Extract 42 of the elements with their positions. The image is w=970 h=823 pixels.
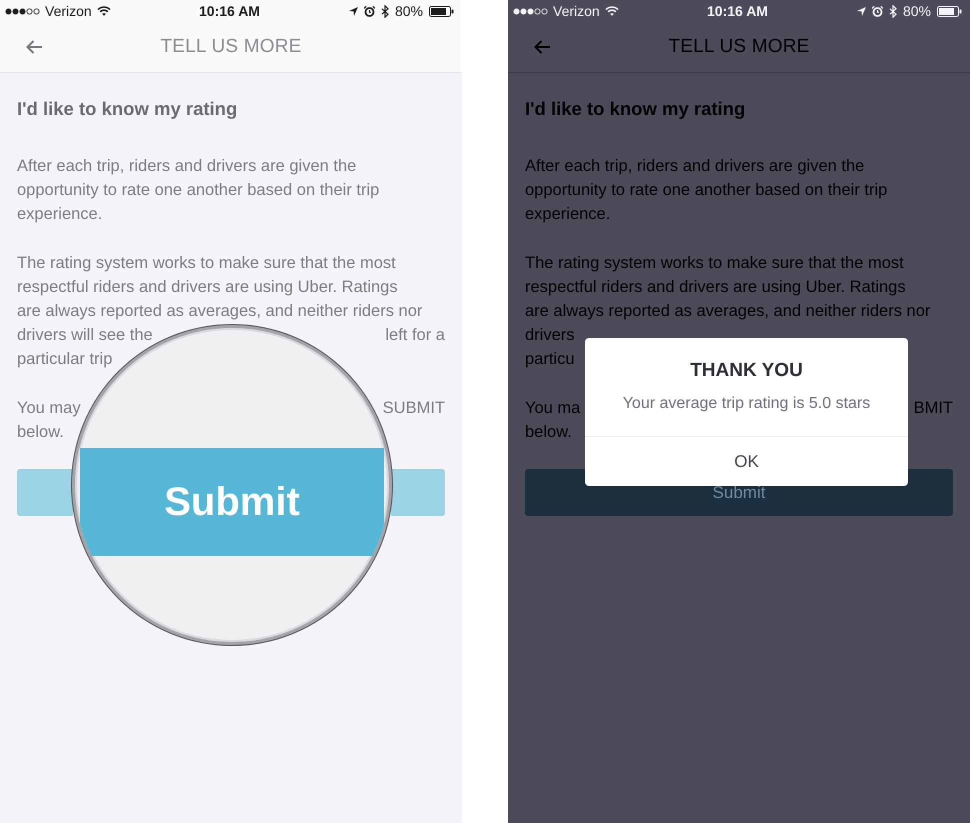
back-arrow-icon[interactable] [25,39,43,55]
signal-strength-icon [513,8,548,14]
body-text: BMIT [914,398,953,419]
dialog-message: Your average trip rating is 5.0 stars [622,394,872,414]
location-arrow-icon [348,6,358,16]
body-text: particular trip [17,349,112,370]
bluetooth-icon [380,4,389,18]
body-text: After each trip, riders and drivers are given the opportunity to rate one another based on their trip experience. [525,156,888,225]
location-arrow-icon [856,6,866,16]
battery-percent: 80% [394,3,423,19]
alarm-clock-icon [364,6,375,16]
body-text: particu [525,349,575,370]
battery-icon [937,6,962,16]
alarm-clock-icon [872,6,883,16]
carrier-name: Verizon [45,3,92,19]
bluetooth-icon [888,4,897,18]
submit-button-edge[interactable] [391,469,445,516]
body-text: After each trip, riders and drivers are given the opportunity to rate one another based on their trip experience. [17,156,380,225]
body-text: drivers will see the [17,325,153,346]
screen-title: TELL US MORE [160,36,302,58]
battery-percent: 80% [902,3,931,19]
wifi-icon [604,6,619,16]
section-heading: I'd like to know my rating [17,97,238,121]
carrier-name: Verizon [553,3,600,19]
body-text: You may [17,398,81,419]
body-text: You ma [525,398,580,419]
body-text: drivers [525,325,575,346]
body-text: left for a [385,325,445,346]
magnified-submit-button[interactable]: Submit [80,448,384,556]
submit-button-edge[interactable] [17,469,73,516]
battery-icon [429,6,454,16]
body-text: below. [525,422,572,443]
dialog-title: THANK YOU [689,359,804,383]
signal-strength-icon [5,8,40,14]
section-heading: I'd like to know my rating [525,97,746,121]
status-time: 10:16 AM [707,3,768,19]
body-text: SUBMIT [382,398,445,419]
screen-title: TELL US MORE [668,36,810,58]
status-time: 10:16 AM [199,3,260,19]
body-text: below. [17,422,64,443]
wifi-icon [96,6,111,16]
back-arrow-icon[interactable] [533,39,551,55]
